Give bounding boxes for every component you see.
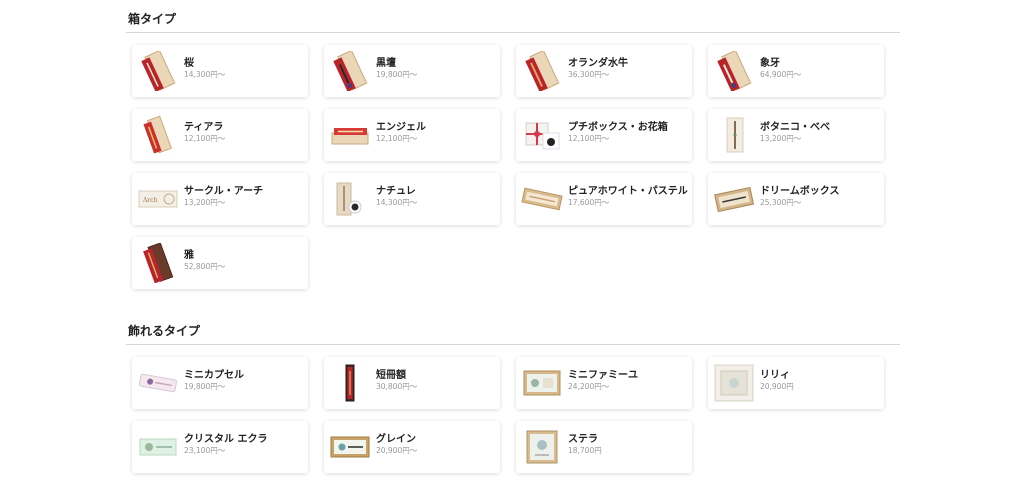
product-card-kokutan[interactable]: 黒壇 19,800円〜 bbox=[324, 45, 500, 97]
section-display-type: 飾れるタイプ ミニカプセル 19,800円〜 短冊額 30,800円〜 ミニファ… bbox=[126, 323, 900, 485]
product-grid: ミニカプセル 19,800円〜 短冊額 30,800円〜 ミニファミーユ 24,… bbox=[126, 345, 900, 485]
product-price: 30,800円〜 bbox=[376, 382, 418, 391]
product-name: ドリームボックス bbox=[760, 186, 840, 197]
product-name: ピュアホワイト・パステル bbox=[568, 186, 688, 197]
product-price: 23,100円〜 bbox=[184, 446, 226, 455]
tanzaku-frame-thumbnail-icon bbox=[345, 364, 355, 402]
product-name: ティアラ bbox=[184, 122, 224, 133]
product-price: 17,600円〜 bbox=[568, 198, 610, 207]
product-name: 象牙 bbox=[760, 58, 780, 69]
product-price: 52,800円〜 bbox=[184, 262, 226, 271]
dream-box-thumbnail-icon bbox=[714, 186, 755, 213]
product-card-miyabi[interactable]: 雅 52,800円〜 bbox=[132, 237, 308, 289]
product-card-oranda-suigyu[interactable]: オランダ水牛 36,300円〜 bbox=[516, 45, 692, 97]
oranda-suigyu-box-thumbnail-icon bbox=[525, 51, 560, 91]
product-name: ミニファミーユ bbox=[568, 370, 638, 381]
product-price: 19,800円〜 bbox=[376, 70, 418, 79]
product-card-petit-box[interactable]: プチボックス・お花箱 12,100円〜 bbox=[516, 109, 692, 161]
product-name: 桜 bbox=[184, 58, 194, 69]
svg-text:Arch: Arch bbox=[142, 197, 158, 204]
product-price: 14,300円〜 bbox=[376, 198, 418, 207]
pure-white-pastel-thumbnail-icon bbox=[521, 187, 563, 211]
product-price: 36,300円〜 bbox=[568, 70, 610, 79]
product-grid: 桜 14,300円〜 黒壇 19,800円〜 オランダ水牛 36,300円〜 象… bbox=[126, 33, 900, 293]
sakura-box-thumbnail-icon bbox=[141, 51, 176, 91]
product-name: リリィ bbox=[760, 370, 790, 381]
zouge-box-thumbnail-icon bbox=[717, 51, 752, 91]
petit-box-thumbnail-icon bbox=[525, 122, 560, 150]
product-price: 12,100円〜 bbox=[184, 134, 226, 143]
product-card-botanico-bebe[interactable]: ボタニコ・べべ 13,200円〜 bbox=[708, 109, 884, 161]
tiara-box-thumbnail-icon bbox=[143, 115, 172, 154]
lily-thumbnail-icon bbox=[714, 364, 754, 402]
product-card-pure-white-pastel[interactable]: ピュアホワイト・パステル 17,600円〜 bbox=[516, 173, 692, 225]
product-name: 黒壇 bbox=[376, 58, 396, 69]
product-price: 13,200円〜 bbox=[184, 198, 226, 207]
product-price: 24,200円〜 bbox=[568, 382, 610, 391]
miyabi-box-thumbnail-icon bbox=[143, 243, 174, 283]
product-name: ナチュレ bbox=[376, 186, 416, 197]
product-name: サークル・アーチ bbox=[184, 186, 264, 197]
mini-capsule-thumbnail-icon bbox=[139, 373, 177, 393]
grain-thumbnail-icon bbox=[330, 436, 370, 458]
product-card-grain[interactable]: グレイン 20,900円〜 bbox=[324, 421, 500, 473]
product-card-mini-famille[interactable]: ミニファミーユ 24,200円〜 bbox=[516, 357, 692, 409]
product-name: ミニカプセル bbox=[184, 370, 244, 381]
product-price: 64,900円〜 bbox=[760, 70, 802, 79]
circle-arch-thumbnail-icon: Arch bbox=[138, 190, 178, 208]
product-price: 12,100円〜 bbox=[568, 134, 610, 143]
botanico-bebe-thumbnail-icon bbox=[726, 117, 744, 153]
nature-thumbnail-icon bbox=[336, 182, 362, 216]
product-card-crystal-eclat[interactable]: クリスタル エクラ 23,100円〜 bbox=[132, 421, 308, 473]
product-price: 12,100円〜 bbox=[376, 134, 418, 143]
product-name: エンジェル bbox=[376, 122, 426, 133]
product-card-tanzaku-frame[interactable]: 短冊額 30,800円〜 bbox=[324, 357, 500, 409]
product-card-tiara[interactable]: ティアラ 12,100円〜 bbox=[132, 109, 308, 161]
product-card-circle-arch[interactable]: Arch サークル・アーチ 13,200円〜 bbox=[132, 173, 308, 225]
product-card-stella[interactable]: ステラ 18,700円 bbox=[516, 421, 692, 473]
section-box-type: 箱タイプ 桜 14,300円〜 黒壇 19,800円〜 オランダ水牛 36,30… bbox=[126, 11, 900, 293]
product-name: 短冊額 bbox=[376, 370, 406, 381]
product-price: 25,300円〜 bbox=[760, 198, 802, 207]
crystal-eclat-thumbnail-icon bbox=[139, 438, 177, 456]
product-name: クリスタル エクラ bbox=[184, 434, 268, 445]
product-price: 13,200円〜 bbox=[760, 134, 802, 143]
product-name: ボタニコ・べべ bbox=[760, 122, 830, 133]
product-card-mini-capsule[interactable]: ミニカプセル 19,800円〜 bbox=[132, 357, 308, 409]
product-card-dream-box[interactable]: ドリームボックス 25,300円〜 bbox=[708, 173, 884, 225]
product-card-angel[interactable]: エンジェル 12,100円〜 bbox=[324, 109, 500, 161]
product-price: 19,800円〜 bbox=[184, 382, 226, 391]
product-price: 18,700円 bbox=[568, 446, 602, 455]
section-title: 飾れるタイプ bbox=[126, 323, 900, 345]
product-name: 雅 bbox=[184, 250, 194, 261]
product-name: グレイン bbox=[376, 434, 416, 445]
product-name: オランダ水牛 bbox=[568, 58, 628, 69]
product-card-nature[interactable]: ナチュレ 14,300円〜 bbox=[324, 173, 500, 225]
mini-famille-thumbnail-icon bbox=[523, 370, 561, 396]
product-price: 20,900円 bbox=[760, 382, 794, 391]
product-card-sakura[interactable]: 桜 14,300円〜 bbox=[132, 45, 308, 97]
angel-box-thumbnail-icon bbox=[331, 128, 369, 145]
product-card-lily[interactable]: リリィ 20,900円 bbox=[708, 357, 884, 409]
product-name: ステラ bbox=[568, 434, 598, 445]
product-price: 20,900円〜 bbox=[376, 446, 418, 455]
kokutan-box-thumbnail-icon bbox=[333, 51, 368, 91]
section-title: 箱タイプ bbox=[126, 11, 900, 33]
stella-thumbnail-icon bbox=[526, 430, 558, 464]
product-card-zouge[interactable]: 象牙 64,900円〜 bbox=[708, 45, 884, 97]
product-name: プチボックス・お花箱 bbox=[568, 122, 668, 133]
product-price: 14,300円〜 bbox=[184, 70, 226, 79]
